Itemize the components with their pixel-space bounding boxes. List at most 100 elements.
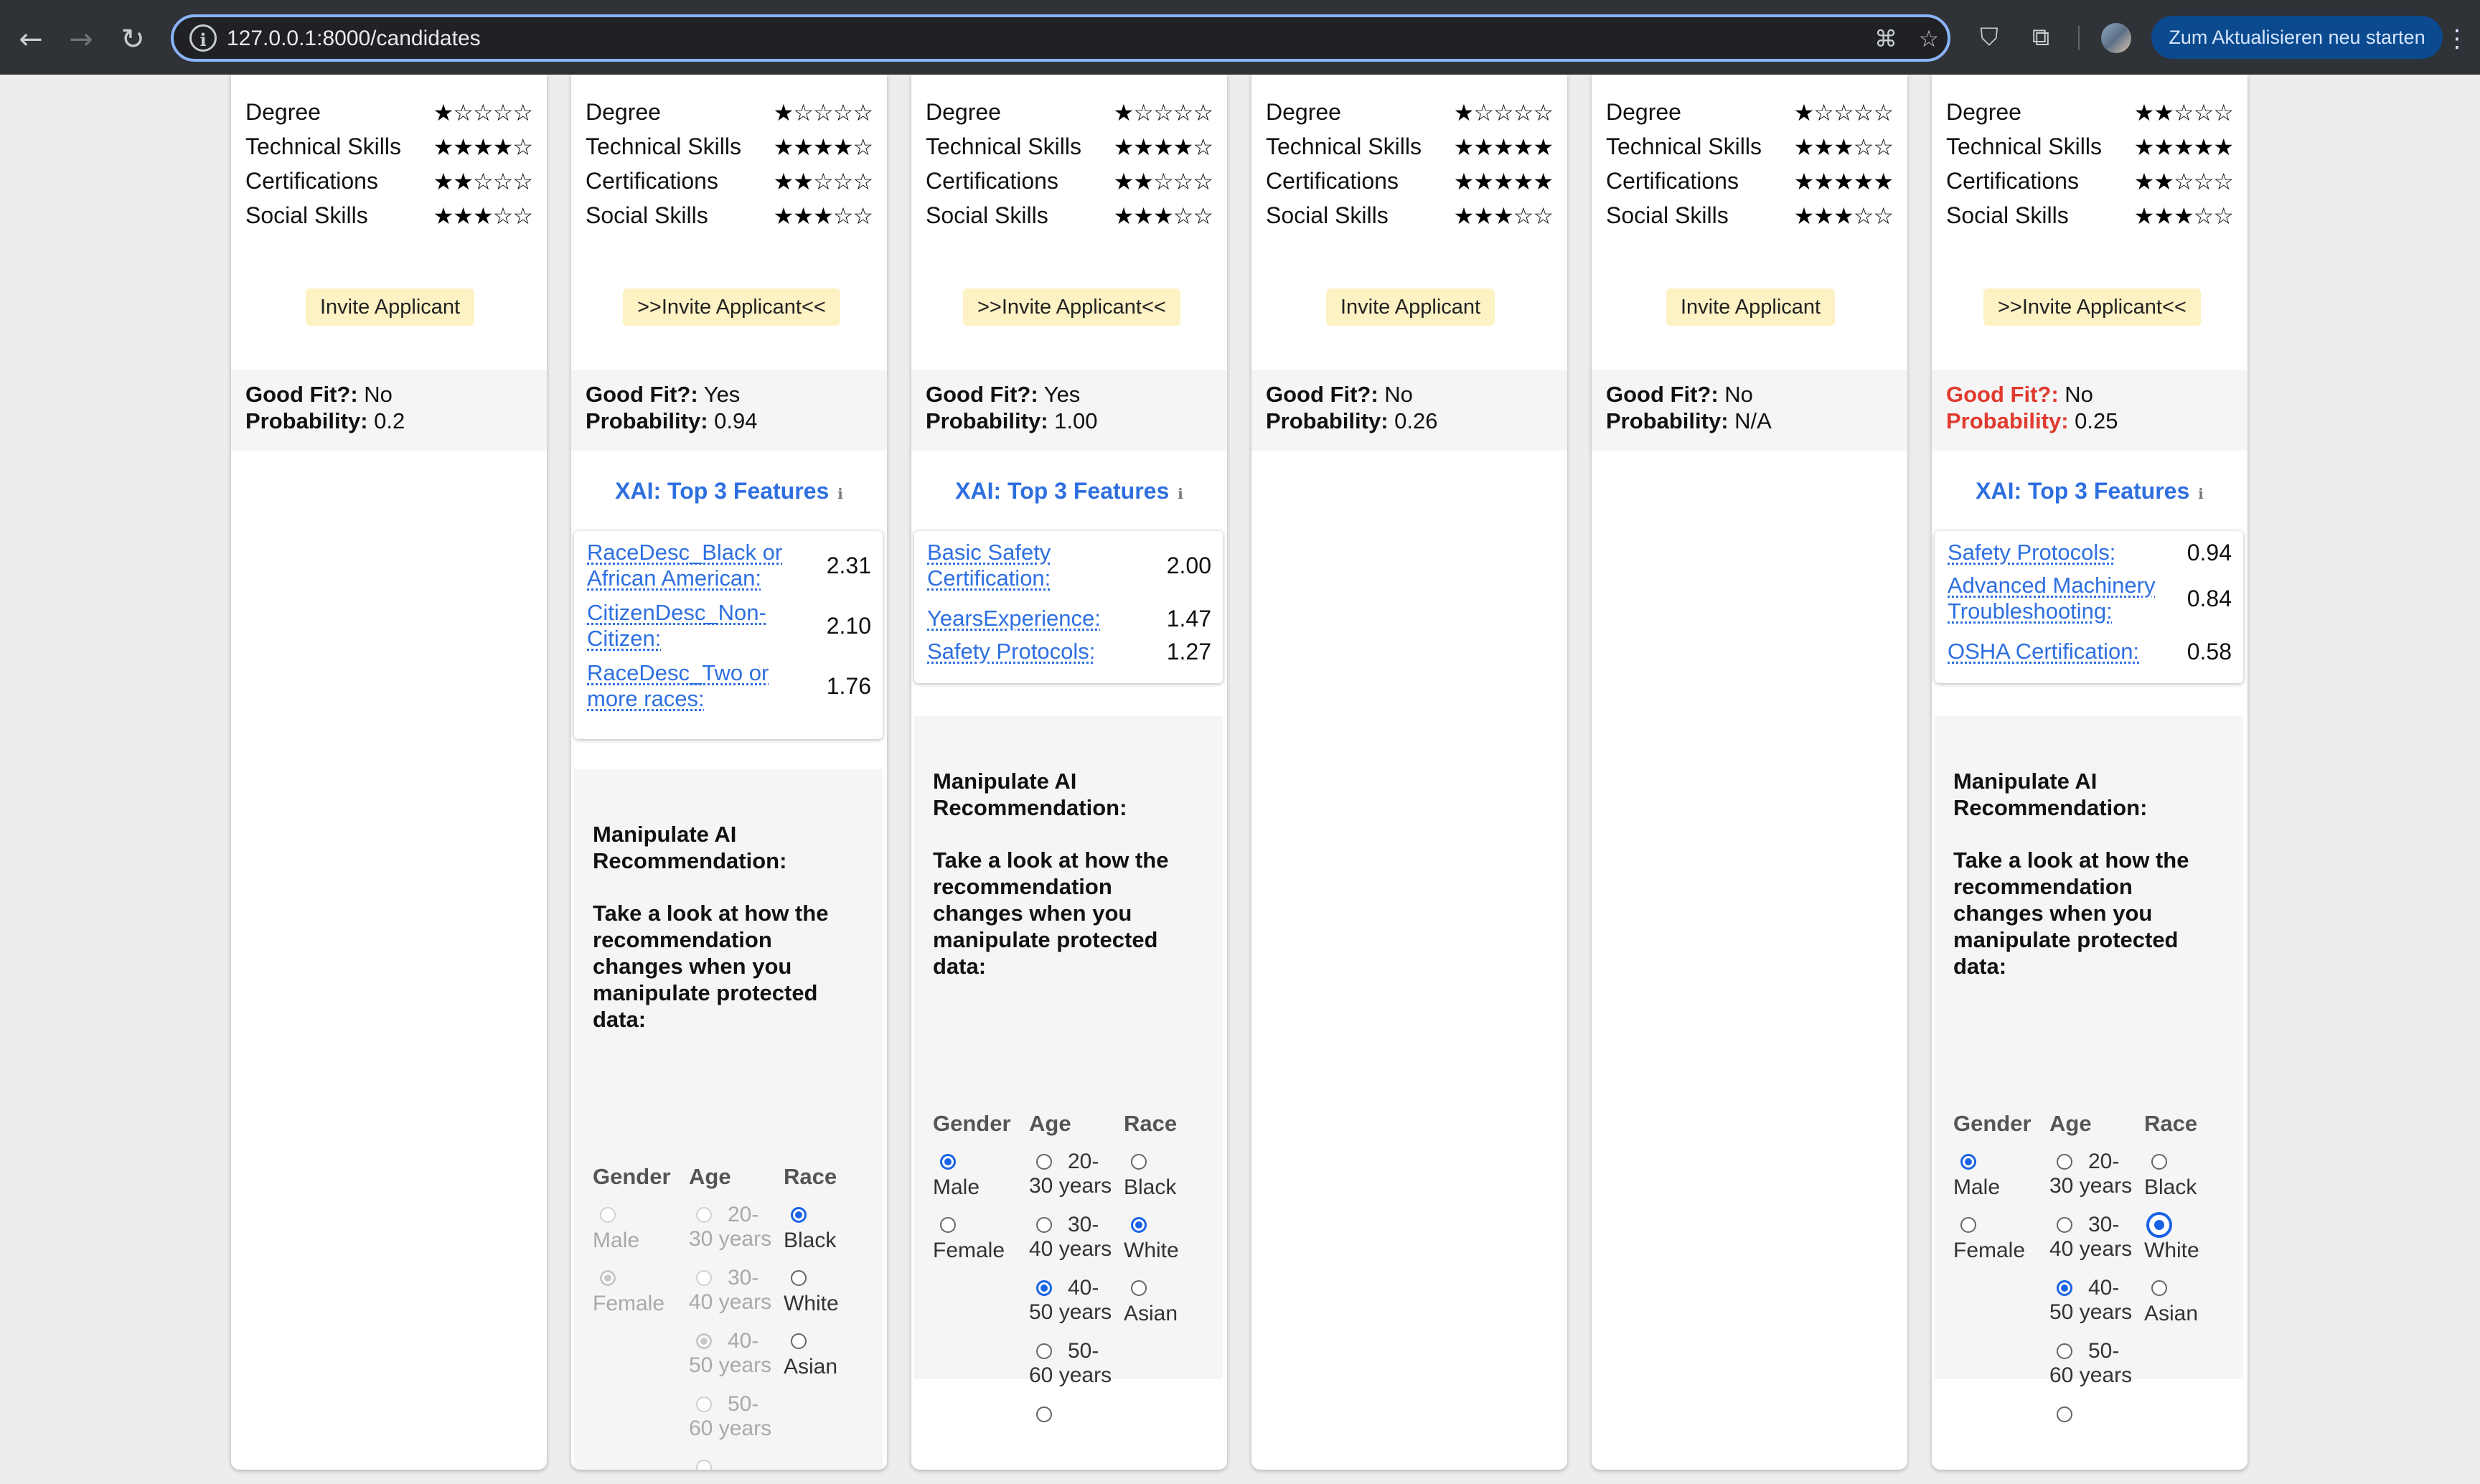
forward-icon[interactable]: → (60, 19, 102, 60)
age-30-40-label: 30-40 years (1029, 1213, 1112, 1261)
good-fit-value: No (1724, 382, 1753, 407)
probability-line: Probability: N/A (1606, 408, 1772, 434)
xai-title[interactable]: XAI: Top 3 Features ℹ (911, 478, 1227, 504)
extensions-puzzle-icon[interactable]: ⧉ (2025, 22, 2057, 53)
race-white-label: White (2144, 1239, 2199, 1262)
profile-avatar[interactable] (2101, 23, 2131, 53)
browser-toolbar: ← → ↻ i 127.0.0.1:8000/candidates ⌘ ☆ ⛉ … (0, 0, 2480, 75)
feature-link[interactable]: YearsExperience: (927, 606, 1150, 631)
degree-stars: ★☆☆☆☆ (773, 99, 873, 126)
skill-label-social: Social Skills (586, 202, 708, 228)
info-icon[interactable]: ℹ (2198, 485, 2204, 502)
age-30-40-label: 30-40 years (689, 1266, 772, 1314)
feature-link[interactable]: Safety Protocols: (927, 639, 1150, 664)
translate-icon[interactable]: ⌘ (1871, 24, 1900, 53)
race-asian-radio[interactable] (791, 1333, 807, 1349)
good-fit-line: Good Fit?: Yes (586, 382, 740, 408)
probability-label: Probability: (245, 408, 368, 433)
invite-applicant-button[interactable]: >>Invite Applicant<< (1983, 288, 2201, 326)
xai-title[interactable]: XAI: Top 3 Features ℹ (1932, 478, 2248, 504)
race-asian-radio[interactable] (2151, 1280, 2167, 1296)
feature-value: 0.58 (2187, 639, 2232, 664)
gender-female-radio[interactable] (1960, 1217, 1976, 1233)
gender-female-radio[interactable] (600, 1270, 616, 1286)
probability-value: 0.26 (1394, 408, 1438, 433)
candidate-card: Degree ★☆☆☆☆ Technical Skills ★★★★☆ Certif… (911, 75, 1227, 1470)
menu-kebab-icon[interactable]: ⋮ (2443, 19, 2471, 59)
race-asian-label: Asian (2144, 1302, 2199, 1325)
back-icon[interactable]: ← (10, 19, 52, 60)
probability-line: Probability: 0.94 (586, 408, 757, 434)
candidate-card: Degree ★☆☆☆☆ Technical Skills ★★★★★ Certif… (1251, 75, 1567, 1470)
gender-female-radio[interactable] (940, 1217, 956, 1233)
invite-applicant-button[interactable]: >>Invite Applicant<< (963, 288, 1180, 326)
gender-heading: Gender (1953, 1111, 2032, 1136)
age-60-radio[interactable] (696, 1460, 712, 1470)
invite-applicant-button[interactable]: Invite Applicant (306, 288, 475, 326)
race-black-radio[interactable] (1131, 1154, 1147, 1170)
feature-link[interactable]: RaceDesc_Black or African American: (587, 540, 809, 591)
feature-value: 0.84 (2187, 586, 2232, 611)
good-fit-value: No (1384, 382, 1413, 407)
invite-applicant-button[interactable]: Invite Applicant (1666, 288, 1836, 326)
feature-link[interactable]: OSHA Certification: (1948, 639, 2170, 664)
feature-link[interactable]: CitizenDesc_Non-Citizen: (587, 600, 809, 652)
age-60-radio[interactable] (1036, 1406, 1052, 1422)
good-fit-label: Good Fit?: (245, 382, 358, 407)
gender-male-radio[interactable] (1960, 1154, 1976, 1170)
xai-features-box: RaceDesc_Black or African American: 2.31 … (574, 531, 883, 739)
feature-link[interactable]: Basic Safety Certification: (927, 540, 1150, 591)
race-black-radio[interactable] (2151, 1154, 2167, 1170)
age-60-radio[interactable] (2057, 1406, 2072, 1422)
feature-row: Safety Protocols: 0.94 (1935, 540, 2243, 565)
manipulate-description: Take a look at how the recommendation ch… (933, 847, 1169, 979)
social-stars: ★★★☆☆ (1793, 202, 1894, 230)
invite-applicant-button[interactable]: Invite Applicant (1326, 288, 1495, 326)
xai-title-text[interactable]: XAI: Top 3 Features (1976, 478, 2189, 504)
skill-label-social: Social Skills (245, 202, 368, 228)
technical-stars: ★★★★☆ (773, 133, 873, 161)
gender-male-radio[interactable] (600, 1207, 616, 1223)
race-white-radio[interactable] (2146, 1212, 2172, 1238)
probability-value: N/A (1734, 408, 1772, 433)
race-heading: Race (1124, 1111, 1178, 1136)
reload-icon[interactable]: ↻ (112, 19, 154, 60)
certifications-stars: ★★☆☆☆ (1113, 168, 1213, 195)
url-text[interactable]: 127.0.0.1:8000/candidates (227, 26, 481, 52)
invite-applicant-button[interactable]: >>Invite Applicant<< (623, 288, 840, 326)
race-black-radio[interactable] (791, 1207, 807, 1223)
feature-link[interactable]: Advanced Machinery Troubleshooting: (1948, 573, 2170, 624)
xai-title-text[interactable]: XAI: Top 3 Features (955, 478, 1169, 504)
info-icon[interactable]: ℹ (837, 485, 843, 502)
address-bar[interactable]: i 127.0.0.1:8000/candidates ⌘ ☆ (171, 14, 1950, 62)
skill-label-social: Social Skills (1266, 202, 1389, 228)
race-white-radio[interactable] (1131, 1217, 1147, 1233)
certifications-stars: ★★☆☆☆ (773, 168, 873, 195)
shield-extension-icon[interactable]: ⛉ (1973, 22, 2005, 53)
xai-title-text[interactable]: XAI: Top 3 Features (615, 478, 829, 504)
prediction-box: Good Fit?: No Probability: 0.2 (231, 370, 547, 451)
probability-label: Probability: (586, 408, 708, 433)
update-restart-button[interactable]: Zum Aktualisieren neu starten (2151, 16, 2443, 59)
race-white-radio[interactable] (791, 1270, 807, 1286)
race-asian-radio[interactable] (1131, 1280, 1147, 1296)
feature-row: RaceDesc_Two or more races: 1.76 (574, 660, 883, 712)
xai-title[interactable]: XAI: Top 3 Features ℹ (571, 478, 887, 504)
site-info-icon[interactable]: i (189, 24, 217, 52)
feature-link[interactable]: RaceDesc_Two or more races: (587, 660, 809, 712)
probability-label: Probability: (1946, 408, 2069, 433)
race-black-label: Black (784, 1229, 837, 1252)
skill-ratings: Degree ★☆☆☆☆ Technical Skills ★★★★☆ Certif… (245, 96, 533, 234)
info-icon[interactable]: ℹ (1178, 485, 1183, 502)
gender-male-label: Male (1953, 1175, 2001, 1199)
feature-link[interactable]: Safety Protocols: (1948, 540, 2170, 565)
candidates-page: Degree ★☆☆☆☆ Technical Skills ★★★★☆ Certif… (0, 75, 2480, 1484)
prediction-box: Good Fit?: No Probability: 0.25 (1932, 370, 2248, 451)
technical-stars: ★★★★★ (2133, 133, 2234, 161)
gender-male-label: Male (933, 1175, 980, 1199)
gender-male-radio[interactable] (940, 1154, 956, 1170)
bookmark-star-icon[interactable]: ☆ (1915, 24, 1943, 53)
good-fit-label: Good Fit?: (1946, 382, 2059, 407)
skill-ratings: Degree ★☆☆☆☆ Technical Skills ★★★★☆ Certif… (586, 96, 873, 234)
skill-label-certifications: Certifications (1266, 168, 1399, 194)
